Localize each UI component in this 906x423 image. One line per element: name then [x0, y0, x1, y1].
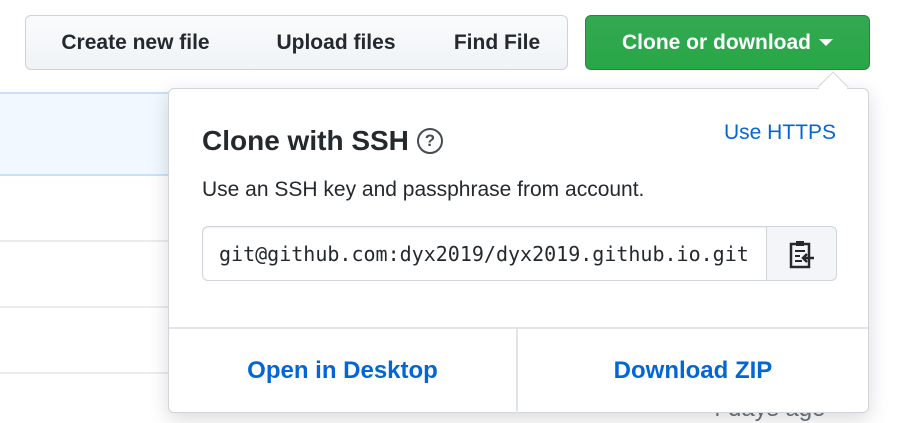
create-new-file-button[interactable]: Create new file — [25, 15, 246, 70]
clone-url-input[interactable]: git@github.com:dyx2019/dyx2019.github.io… — [202, 226, 768, 281]
caret-down-icon — [819, 39, 833, 46]
help-icon[interactable]: ? — [416, 128, 443, 154]
copy-to-clipboard-button[interactable] — [766, 226, 837, 281]
find-file-button[interactable]: Find File — [427, 15, 568, 70]
use-https-link[interactable]: Use HTTPS — [724, 121, 836, 145]
open-in-desktop-button[interactable]: Open in Desktop — [169, 329, 518, 413]
clipboard-icon — [789, 240, 814, 268]
clone-popup: Clone with SSH? Use HTTPS Use an SSH key… — [168, 88, 869, 413]
clone-or-download-button[interactable]: Clone or download — [585, 15, 870, 70]
upload-files-button[interactable]: Upload files — [245, 15, 428, 70]
popup-description: Use an SSH key and passphrase from accou… — [202, 178, 645, 201]
clone-label: Clone or download — [622, 30, 811, 54]
popup-title: Clone with SSH — [202, 125, 409, 156]
download-zip-button[interactable]: Download ZIP — [518, 329, 868, 413]
